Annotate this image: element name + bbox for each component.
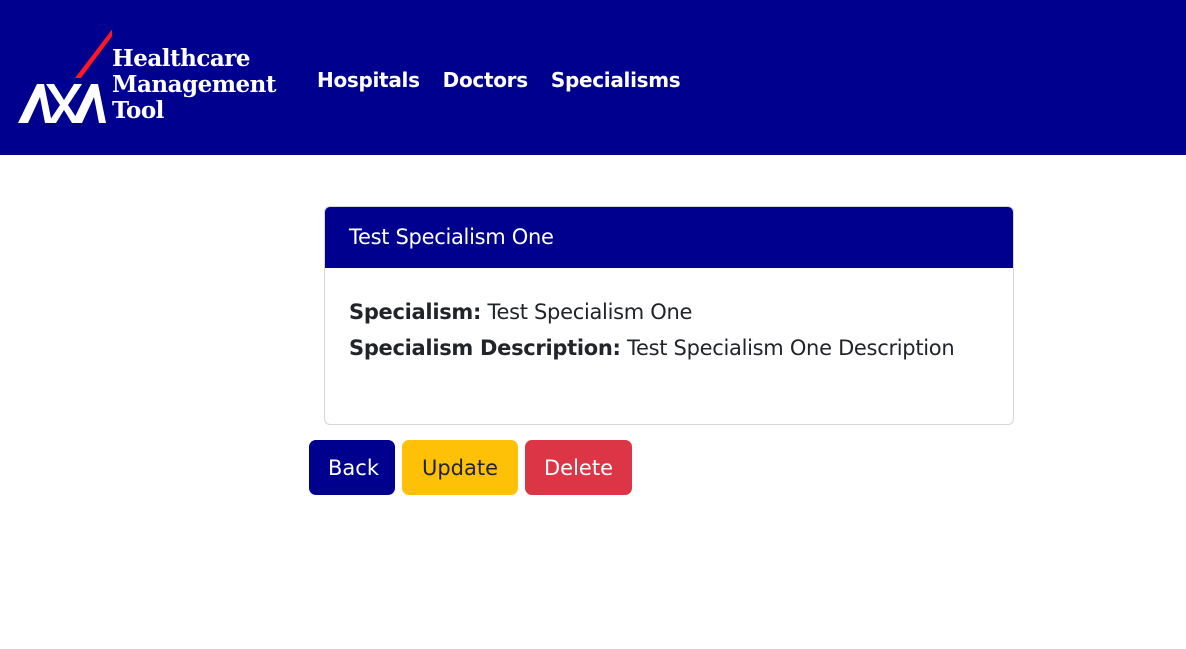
card-title: Test Specialism One (325, 207, 1013, 268)
brand-logo[interactable]: Healthcare Management Tool (16, 20, 278, 130)
axa-logo-icon (18, 29, 112, 123)
field-value: Test Specialism One (487, 300, 693, 324)
field-value: Test Specialism One Description (627, 336, 955, 360)
specialism-card: Test Specialism One Specialism: Test Spe… (324, 206, 1014, 425)
navbar: Healthcare Management Tool Hospitals Doc… (0, 0, 1186, 155)
brand-line-2: Management (112, 71, 277, 98)
field-label: Specialism Description: (349, 336, 621, 360)
brand-line-3: Tool (112, 97, 164, 124)
nav-doctors-link[interactable]: Doctors (443, 66, 528, 94)
delete-button[interactable]: Delete (525, 440, 632, 495)
brand-title: Healthcare Management Tool (112, 45, 277, 124)
brand-line-1: Healthcare (112, 45, 251, 72)
nav-hospitals-link[interactable]: Hospitals (317, 66, 420, 94)
specialism-name-row: Specialism: Test Specialism One (349, 294, 1013, 330)
main-nav: Hospitals Doctors Specialisms (317, 66, 681, 94)
card-body: Specialism: Test Specialism One Speciali… (325, 268, 1013, 366)
back-button[interactable]: Back (309, 440, 395, 495)
nav-specialisms-link[interactable]: Specialisms (551, 66, 681, 94)
action-buttons: Back Update Delete (309, 440, 632, 495)
specialism-description-row: Specialism Description: Test Specialism … (349, 330, 1013, 366)
update-button[interactable]: Update (402, 440, 518, 495)
field-label: Specialism: (349, 300, 482, 324)
